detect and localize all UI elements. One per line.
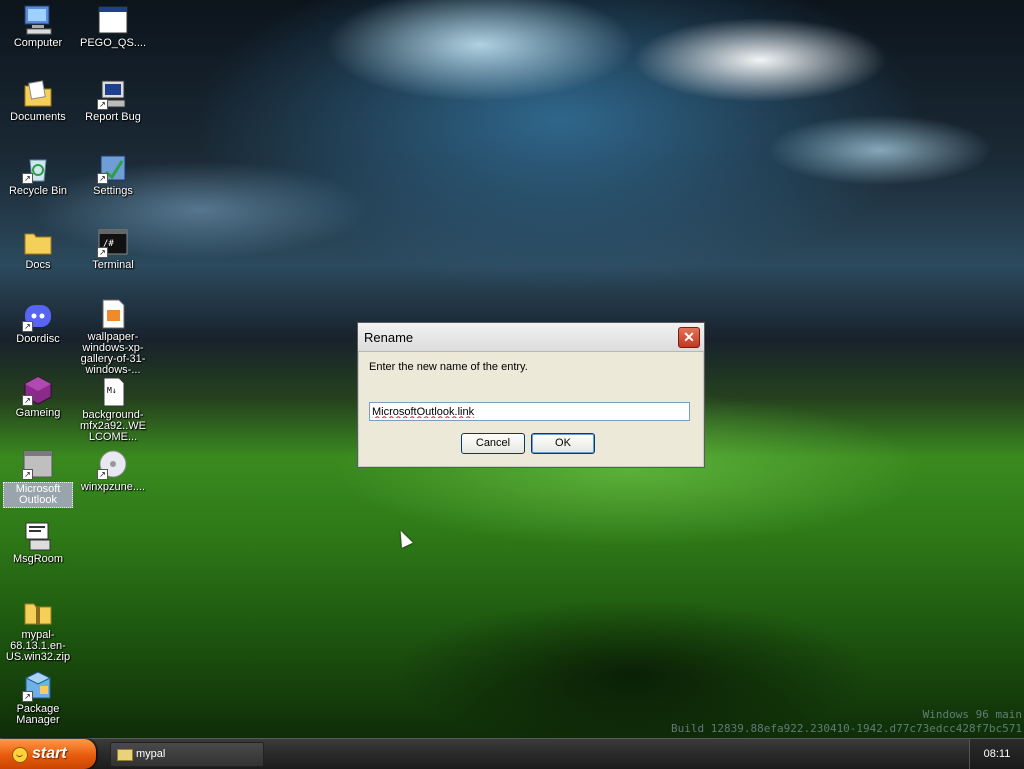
desktop-icon-recycle-bin[interactable]: ↗ Recycle Bin [3,152,73,197]
desktop-icon-label: MsgRoom [12,553,64,565]
desktop-icon-msgroom[interactable]: MsgRoom [3,520,73,565]
report-bug-computer-icon: ↗ [97,78,129,110]
desktop-icon-label: Recycle Bin [8,185,68,197]
close-icon: ✕ [683,329,695,345]
dialog-prompt: Enter the new name of the entry. [369,361,528,373]
desktop-icon-label: background-mfx2a92..WELCOME... [79,409,147,443]
desktop-icon-gameing[interactable]: ↗ Gameing [3,374,73,419]
folder-icon [22,226,54,258]
desktop-icon-label: winxpzune.... [80,481,146,493]
application-window-icon: ↗ [22,448,54,480]
desktop-icon-computer[interactable]: Computer [3,4,73,49]
document-icon: M↓ [97,376,129,408]
desktop-icon-wallpaper-file[interactable]: wallpaper-windows-xp-gallery-of-31-windo… [78,298,148,376]
wallpaper-shadow [360,520,1024,738]
rename-input[interactable] [369,402,690,421]
recycle-bin-icon: ↗ [22,152,54,184]
desktop-icon-label: Gameing [15,407,61,419]
desktop-icon-label: wallpaper-windows-xp-gallery-of-31-windo… [80,331,146,376]
desktop-icon-documents[interactable]: Documents [3,78,73,123]
cd-disc-icon: ↗ [97,448,129,480]
desktop-icon-package-manager[interactable]: ↗ Package Manager [3,670,73,726]
start-logo-icon [12,747,28,763]
desktop-icon-label: mypal-68.13.1.en-US.win32.zip [5,629,71,663]
desktop-icon-doordisc[interactable]: ↗ Doordisc [3,300,73,345]
image-file-icon [97,298,129,330]
dialog-titlebar[interactable]: Rename ✕ [358,323,704,352]
desktop-icon-label: Settings [93,185,133,197]
window-file-icon [97,4,129,36]
desktop-icon-background-welcome[interactable]: M↓ background-mfx2a92..WELCOME... [78,376,148,443]
desktop-icon-settings[interactable]: ↗ Settings [78,152,148,197]
desktop-icon-label: Package Manager [16,703,60,726]
zip-folder-icon [22,596,54,628]
desktop-icon-docs[interactable]: Docs [3,226,73,271]
desktop-icon-label: Microsoft Outlook [3,482,73,508]
taskbar: start mypal 08:11 [0,738,1024,769]
build-line-2: Build 12839.88efa922.230410-1942.d77c73e… [671,722,1022,735]
rename-dialog: Rename ✕ Enter the new name of the entry… [357,322,705,468]
computer-icon [22,4,54,36]
desktop-icon-winxpzune[interactable]: ↗ winxpzune.... [78,448,148,493]
desktop-icon-label: Documents [10,111,66,123]
desktop-icon-microsoft-outlook[interactable]: ↗ Microsoft Outlook [3,448,73,508]
desktop-icon-label: Docs [25,259,51,271]
terminal-icon: /# ↗ [97,226,129,258]
folder-icon [117,749,133,761]
documents-folder-icon [22,78,54,110]
taskbar-item-mypal[interactable]: mypal [110,742,264,767]
game-cube-icon: ↗ [22,374,54,406]
desktop-icon-pego-qs[interactable]: PEGO_QS.... [78,4,148,49]
desktop-icon-label: PEGO_QS.... [79,37,147,49]
build-line-1: Windows 96 main [922,708,1022,721]
msgroom-icon [22,520,54,552]
start-label: start [32,745,67,762]
desktop-icon-report-bug[interactable]: ↗ Report Bug [78,78,148,123]
dialog-title: Rename [364,330,414,345]
package-manager-icon: ↗ [22,670,54,702]
system-tray-clock[interactable]: 08:11 [969,739,1024,769]
desktop-icon-label: Doordisc [16,333,60,345]
desktop-icon-mypal-zip[interactable]: mypal-68.13.1.en-US.win32.zip [3,596,73,663]
taskbar-item-label: mypal [136,748,166,760]
desktop-icon-label: Terminal [92,259,134,271]
discord-icon: ↗ [22,300,54,332]
settings-icon: ↗ [97,152,129,184]
close-button[interactable]: ✕ [678,327,700,348]
start-button[interactable]: start [0,739,96,769]
desktop-icon-label: Computer [13,37,63,49]
build-watermark: Windows 96 main Build 12839.88efa922.230… [671,708,1022,736]
desktop-icon-terminal[interactable]: /# ↗ Terminal [78,226,148,271]
svg-text:M↓: M↓ [107,386,117,395]
desktop-icon-label: Report Bug [85,111,141,123]
ok-button[interactable]: OK [531,433,595,454]
cancel-button[interactable]: Cancel [461,433,525,454]
